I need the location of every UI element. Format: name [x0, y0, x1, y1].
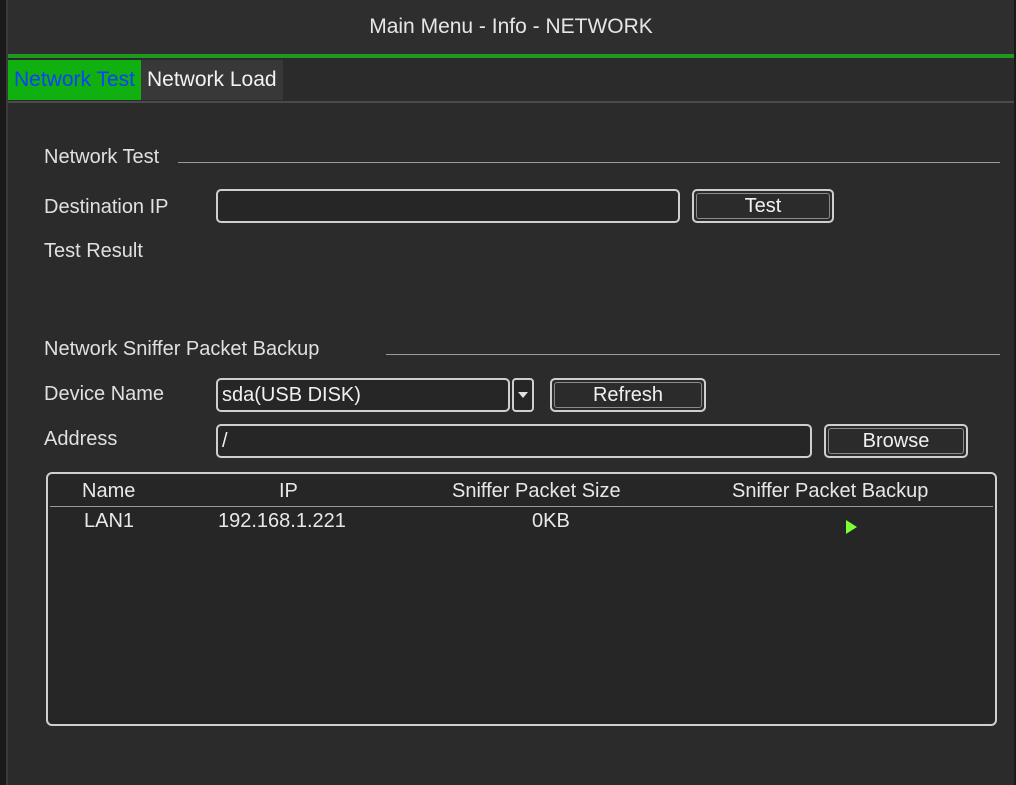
- device-name-select[interactable]: [216, 378, 510, 412]
- row-packet-size: 0KB: [532, 510, 570, 532]
- chevron-down-icon: [518, 392, 528, 398]
- refresh-button[interactable]: Refresh: [550, 378, 706, 412]
- sniffer-table: Name IP Sniffer Packet Size Sniffer Pack…: [46, 472, 997, 726]
- test-button-label: Test: [696, 193, 830, 219]
- address-label: Address: [44, 428, 118, 450]
- browse-button[interactable]: Browse: [824, 424, 968, 458]
- device-name-label: Device Name: [44, 383, 165, 405]
- tab-network-load[interactable]: Network Load: [141, 60, 283, 100]
- table-header-rule: [50, 506, 993, 507]
- tab-divider: [8, 101, 1014, 103]
- window-title: Main Menu - Info - NETWORK: [8, 0, 1014, 58]
- column-header-ip: IP: [279, 480, 298, 502]
- column-header-name: Name: [82, 480, 136, 502]
- test-button[interactable]: Test: [692, 189, 834, 223]
- network-info-window: Main Menu - Info - NETWORK Network Test …: [6, 0, 1014, 785]
- destination-ip-input[interactable]: [216, 189, 680, 223]
- row-name: LAN1: [84, 510, 135, 532]
- network-test-section-rule: [178, 162, 1000, 163]
- address-input[interactable]: [216, 424, 812, 458]
- browse-button-label: Browse: [828, 428, 964, 454]
- sniffer-section-rule: [386, 354, 1000, 355]
- test-result-label: Test Result: [44, 240, 143, 262]
- column-header-packet-size: Sniffer Packet Size: [452, 480, 621, 502]
- network-test-section-title: Network Test: [44, 146, 160, 168]
- row-ip: 192.168.1.221: [218, 510, 346, 532]
- tab-bar: Network Test Network Load: [8, 60, 283, 102]
- column-header-packet-backup: Sniffer Packet Backup: [732, 480, 929, 502]
- refresh-button-label: Refresh: [554, 382, 702, 408]
- destination-ip-label: Destination IP: [44, 196, 169, 218]
- play-icon[interactable]: [846, 520, 857, 534]
- device-dropdown-button[interactable]: [512, 378, 534, 412]
- sniffer-section-title: Network Sniffer Packet Backup: [44, 338, 320, 360]
- tab-network-test[interactable]: Network Test: [8, 60, 141, 100]
